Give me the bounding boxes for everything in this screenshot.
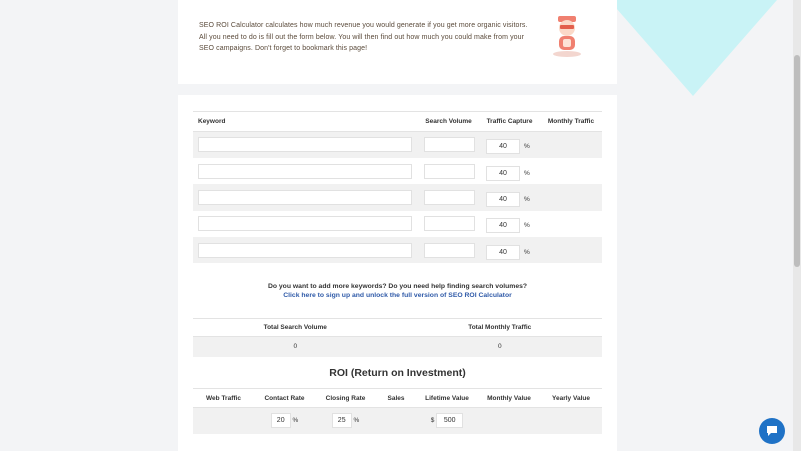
header-contact-rate: Contact Rate — [254, 388, 315, 408]
search-volume-input[interactable] — [424, 137, 475, 153]
percent-sign: % — [292, 417, 299, 425]
keyword-row: 40% — [193, 211, 602, 237]
monthly-traffic-value — [540, 237, 602, 264]
keyword-row: 40% — [193, 158, 602, 184]
keyword-input[interactable] — [198, 163, 412, 179]
header-sales: Sales — [376, 388, 416, 408]
contact-rate-input[interactable]: 20 — [270, 413, 291, 429]
percent-sign: % — [524, 222, 530, 230]
total-search-volume-value: 0 — [193, 336, 398, 357]
teal-wedge — [609, 0, 777, 96]
header-closing-rate: Closing Rate — [315, 388, 376, 408]
currency-sign: $ — [430, 417, 435, 425]
web-traffic-value — [193, 407, 254, 434]
traffic-capture-input[interactable]: 40 — [486, 191, 520, 207]
keyword-input[interactable] — [198, 216, 412, 232]
monthly-value — [478, 407, 540, 434]
monthly-traffic-value — [540, 184, 602, 211]
scrollbar-thumb[interactable] — [794, 55, 800, 267]
header-monthly-traffic: Monthly Traffic — [540, 111, 602, 132]
lifetime-value-input[interactable]: 500 — [436, 413, 464, 429]
sales-value — [376, 407, 416, 434]
chat-bubble-icon — [767, 426, 777, 436]
keyword-input[interactable] — [198, 137, 412, 153]
traffic-capture-input[interactable]: 40 — [486, 244, 520, 260]
yearly-value — [540, 407, 602, 434]
keyword-row: 40% — [193, 237, 602, 264]
monthly-traffic-value — [540, 158, 602, 184]
header-total-search-volume: Total Search Volume — [193, 318, 398, 337]
promo-block: Do you want to add more keywords? Do you… — [178, 282, 617, 300]
promo-question: Do you want to add more keywords? Do you… — [267, 283, 528, 290]
intro-text: SEO ROI Calculator calculates how much r… — [199, 22, 528, 52]
search-volume-input[interactable] — [424, 163, 475, 179]
scrollbar[interactable] — [793, 0, 801, 451]
totals-table: Total Search Volume Total Monthly Traffi… — [193, 318, 602, 357]
mascot-icon — [553, 16, 581, 57]
header-total-monthly-traffic: Total Monthly Traffic — [397, 318, 602, 337]
header-traffic-capture: Traffic Capture — [479, 111, 540, 132]
header-search-volume: Search Volume — [418, 111, 479, 132]
percent-sign: % — [524, 143, 530, 151]
keyword-input[interactable] — [198, 242, 412, 258]
header-monthly-value: Monthly Value — [478, 388, 540, 408]
intro-card: SEO ROI Calculator calculates how much r… — [178, 0, 617, 84]
roi-table: Web Traffic Contact Rate Closing Rate Sa… — [193, 388, 602, 434]
search-volume-input[interactable] — [424, 242, 475, 258]
percent-sign: % — [524, 248, 530, 256]
header-lifetime-value: Lifetime Value — [416, 388, 478, 408]
roi-title: ROI (Return on Investment) — [329, 367, 466, 379]
percent-sign: % — [524, 169, 530, 177]
keywords-table: Keyword Search Volume Traffic Capture Mo… — [193, 111, 602, 264]
percent-sign: % — [353, 417, 360, 425]
chat-button[interactable] — [759, 418, 785, 444]
total-monthly-traffic-value: 0 — [397, 336, 602, 357]
traffic-capture-input[interactable]: 40 — [486, 218, 520, 234]
monthly-traffic-value — [540, 211, 602, 237]
traffic-capture-input[interactable]: 40 — [486, 165, 520, 181]
search-volume-input[interactable] — [424, 189, 475, 205]
keyword-row: 40% — [193, 131, 602, 158]
percent-sign: % — [524, 195, 530, 203]
keyword-input[interactable] — [198, 189, 412, 205]
decorative-background — [609, 0, 793, 451]
traffic-capture-input[interactable]: 40 — [486, 139, 520, 155]
signup-link[interactable]: Click here to sign up and unlock the ful… — [178, 291, 617, 300]
calculator-card: Keyword Search Volume Traffic Capture Mo… — [178, 95, 617, 451]
header-yearly-value: Yearly Value — [540, 388, 602, 408]
header-keyword: Keyword — [193, 111, 418, 132]
monthly-traffic-value — [540, 131, 602, 158]
search-volume-input[interactable] — [424, 216, 475, 232]
closing-rate-input[interactable]: 25 — [331, 413, 352, 429]
keyword-row: 40% — [193, 184, 602, 211]
header-web-traffic: Web Traffic — [193, 388, 254, 408]
